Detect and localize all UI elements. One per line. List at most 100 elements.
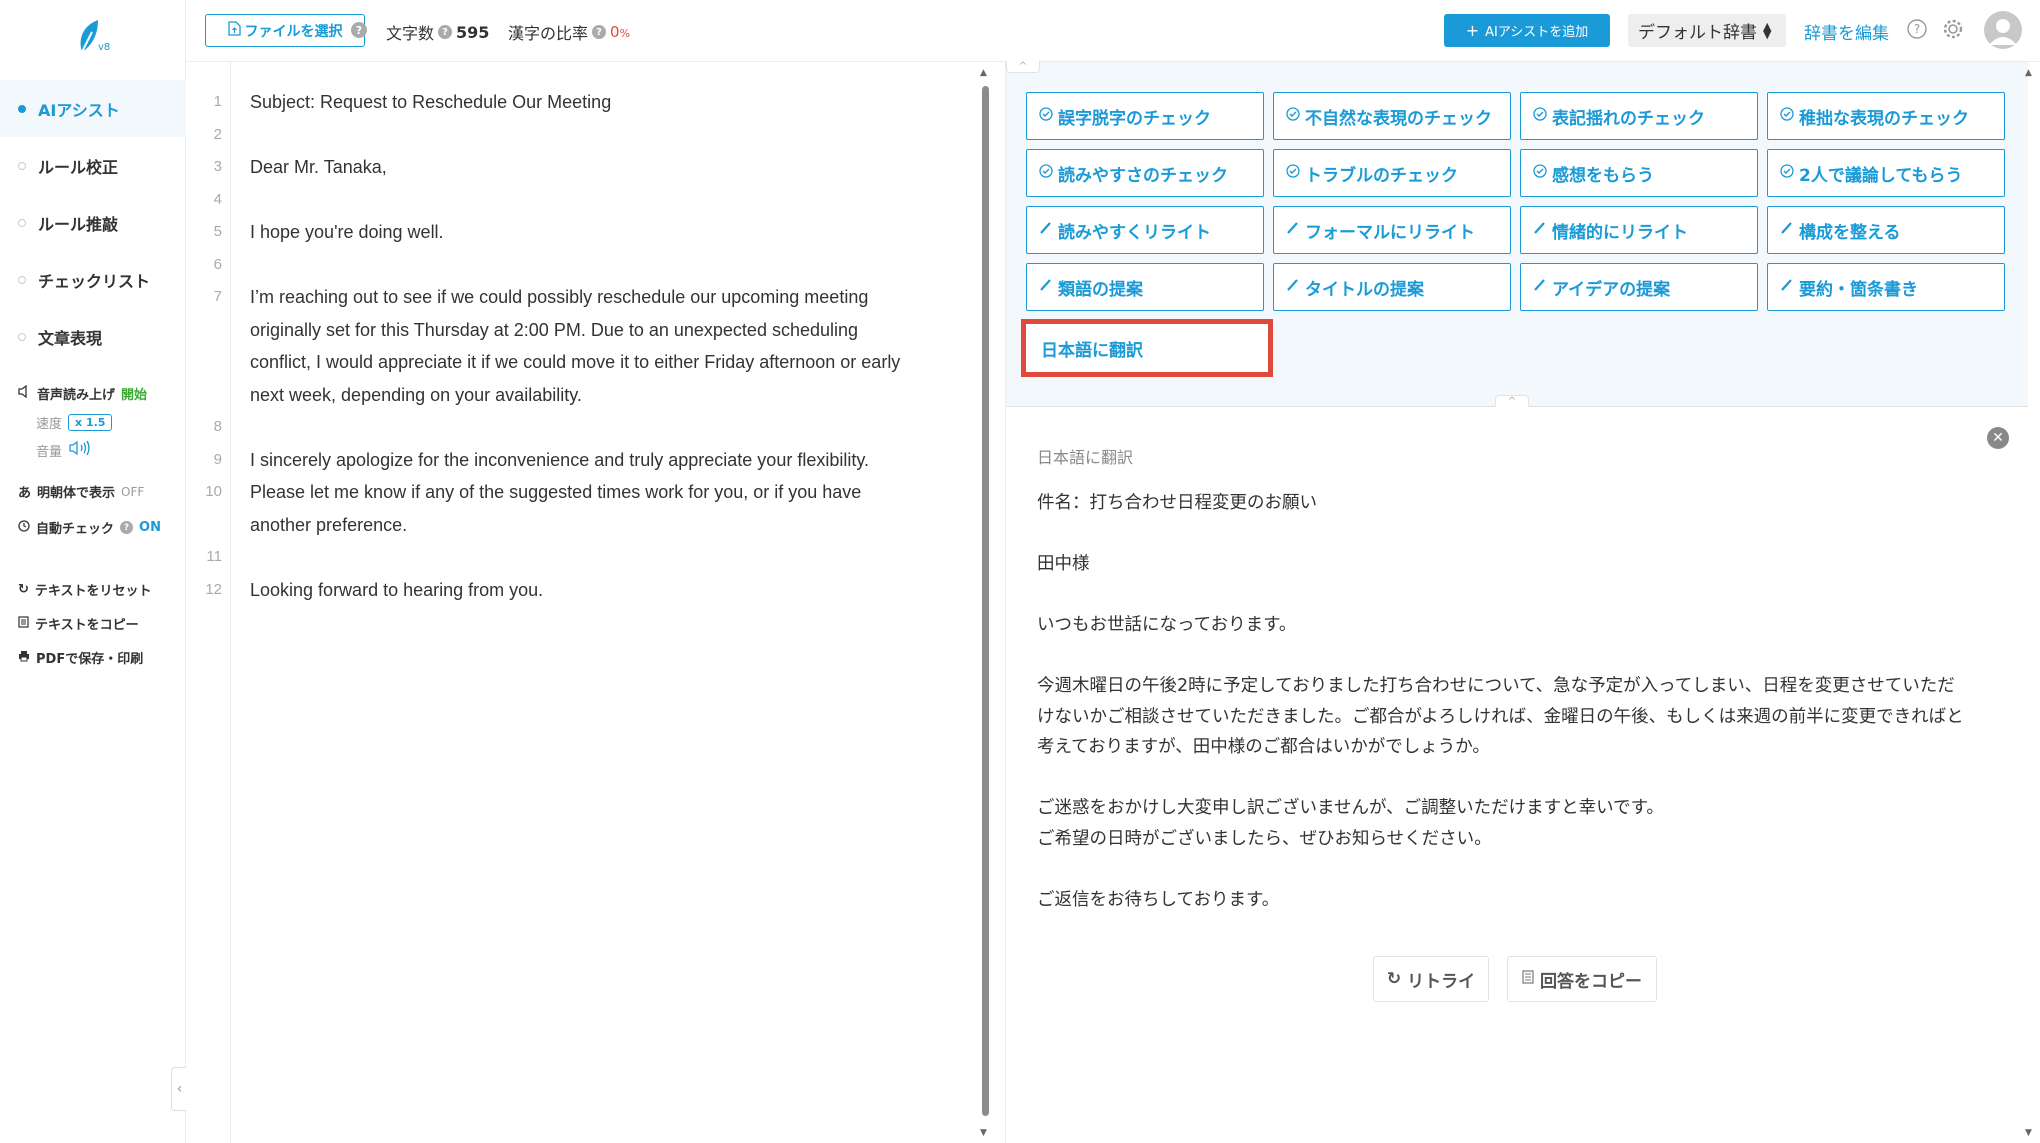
nav-ai-assist[interactable]: AIアシスト [0, 80, 186, 137]
pdf-print-button[interactable]: PDFで保存・印刷 [18, 648, 143, 667]
assist-button[interactable]: 類語の提案 [1026, 263, 1264, 311]
check-circle-icon [1286, 164, 1300, 182]
volume-icon[interactable] [68, 440, 94, 460]
nav-rule-proofread[interactable]: ルール校正 [0, 137, 186, 194]
gear-icon[interactable] [1942, 18, 1966, 42]
editor-line[interactable]: 7 I’m reaching out to see if we could pos… [186, 281, 966, 314]
panel-collapse-top[interactable]: ^ [1006, 61, 1040, 73]
assist-button[interactable]: 要約・箇条書き [1767, 263, 2005, 311]
chevron-left-icon: ‹ [176, 1081, 183, 1097]
help-icon[interactable]: ? [120, 521, 134, 534]
assist-button[interactable]: 稚拙な表現のチェック [1767, 92, 2005, 140]
editor-line[interactable]: 3 Dear Mr. Tanaka, [186, 151, 966, 184]
editor-line[interactable]: 4 [186, 184, 966, 217]
logo-version: v8 [98, 42, 111, 53]
editor-line[interactable]: 8 [186, 411, 966, 444]
speed-badge[interactable]: x 1.5 [68, 414, 113, 431]
assist-button[interactable]: フォーマルにリライト [1273, 206, 1511, 254]
assist-button[interactable]: タイトルの提案 [1273, 263, 1511, 311]
line-text[interactable]: I’m reaching out to see if we could poss… [250, 281, 950, 314]
text-editor[interactable]: 1 Subject: Request to Reschedule Our Meet… [186, 62, 992, 1143]
line-text[interactable]: another preference. [250, 509, 950, 542]
editor-line[interactable]: 11 [186, 541, 966, 574]
nav-expression[interactable]: 文章表現 [0, 308, 186, 365]
line-number: 7 [213, 288, 222, 305]
assist-button[interactable]: 表記揺れのチェック [1520, 92, 1758, 140]
avatar[interactable] [1984, 11, 2022, 49]
nav-checklist[interactable]: チェックリスト [0, 251, 186, 308]
kanji-ratio-value: 0% [610, 23, 631, 41]
help-circle-icon[interactable]: ? [1906, 18, 1930, 42]
assist-button[interactable]: 誤字脱字のチェック [1026, 92, 1264, 140]
translate-japanese-button[interactable]: 日本語に翻訳 [1021, 319, 1273, 377]
auto-check-label: 自動チェック [36, 522, 115, 537]
char-count-label: 文字数 [386, 24, 435, 43]
voice-start-button[interactable]: 開始 [121, 384, 147, 403]
editor-line[interactable]: 2 [186, 119, 966, 152]
char-help-icon[interactable]: ? [438, 25, 453, 39]
line-number: 10 [205, 483, 222, 500]
scroll-down-arrow-icon[interactable]: ▼ [980, 1128, 987, 1138]
assist-button-label: タイトルの提案 [1305, 279, 1424, 300]
result-line [1037, 854, 1997, 885]
ai-assist-panel: ^ 誤字脱字のチェック 不自然な表現のチェック 表記揺れのチェック 稚拙な表現のチェッ… [1005, 61, 2028, 1143]
editor-line[interactable]: 5 I hope you're doing well. [186, 216, 966, 249]
assist-button[interactable]: アイデアの提案 [1520, 263, 1758, 311]
auto-check-toggle[interactable]: 自動チェック ? ON [18, 518, 161, 537]
panel-collapse-handle[interactable]: ^ [1495, 395, 1529, 407]
panel-scrollbar[interactable]: ▲ ▼ [2022, 62, 2036, 1143]
assist-button[interactable]: 不自然な表現のチェック [1273, 92, 1511, 140]
editor-line[interactable]: 12 Looking forward to hearing from you. [186, 574, 966, 607]
sidebar-collapse-button[interactable]: ‹ [171, 1067, 187, 1111]
result-line: けないかご相談させていただきました。ご都合がよろしければ、金曜日の午後、もしくは… [1037, 706, 1964, 727]
close-icon[interactable]: ✕ [1987, 427, 2009, 449]
scroll-down-arrow-icon[interactable]: ▼ [2025, 1128, 2032, 1138]
auto-check-state: ON [139, 520, 161, 535]
nav-rule-refine[interactable]: ルール推敲 [0, 194, 186, 251]
file-select-button[interactable]: ファイルを選択 [205, 14, 365, 47]
editor-line[interactable]: 6 [186, 249, 966, 282]
edit-dictionary-link[interactable]: 辞書を編集 [1804, 19, 1889, 44]
nav-label: チェックリスト [38, 271, 151, 291]
kanji-help-icon[interactable]: ? [592, 25, 607, 39]
copy-text-button[interactable]: テキストをコピー [18, 614, 139, 633]
copy-answer-button[interactable]: 回答をコピー [1507, 956, 1657, 1002]
file-upload-icon [227, 21, 241, 40]
line-text[interactable]: originally set for this Thursday at 2:00… [250, 314, 950, 347]
scroll-up-arrow-icon[interactable]: ▲ [980, 68, 987, 78]
editor-line[interactable]: 9 I sincerely apologize for the inconveni… [186, 444, 966, 477]
editor-scroll-thumb[interactable] [982, 86, 989, 1116]
line-text[interactable]: I sincerely apologize for the inconvenie… [250, 444, 950, 477]
line-text[interactable]: Dear Mr. Tanaka, [250, 151, 950, 184]
editor-line[interactable]: 1 Subject: Request to Reschedule Our Meet… [186, 86, 966, 119]
editor-line[interactable]: 10 Please let me know if any of the sugge… [186, 476, 966, 509]
reset-text-button[interactable]: ↻ テキストをリセット [18, 580, 152, 599]
assist-button[interactable]: トラブルのチェック [1273, 149, 1511, 197]
add-ai-assist-button[interactable]: + AIアシストを追加 [1444, 14, 1610, 47]
assist-button[interactable]: 読みやすくリライト [1026, 206, 1264, 254]
assist-button[interactable]: 読みやすさのチェック [1026, 149, 1264, 197]
scroll-up-arrow-icon[interactable]: ▲ [2025, 68, 2032, 78]
dictionary-select[interactable]: デフォルト辞書 ▲ ▼ [1628, 14, 1786, 47]
assist-button[interactable]: 情緒的にリライト [1520, 206, 1758, 254]
line-text[interactable]: next week, depending on your availabilit… [250, 379, 950, 412]
retry-button[interactable]: ↻ リトライ [1373, 956, 1489, 1002]
assist-button[interactable]: 構成を整える [1767, 206, 2005, 254]
assist-button[interactable]: 2人で議論してもらう [1767, 149, 2005, 197]
file-help-icon[interactable]: ? [351, 22, 367, 38]
line-text[interactable]: I hope you're doing well. [250, 216, 950, 249]
check-circle-icon [1780, 164, 1794, 182]
line-text[interactable]: Subject: Request to Reschedule Our Meeti… [250, 86, 950, 119]
mincho-toggle[interactable]: あ 明朝体で表示 OFF [18, 482, 144, 502]
app-logo[interactable]: v8 [68, 14, 112, 58]
line-text[interactable]: Looking forward to hearing from you. [250, 574, 950, 607]
result-line: 件名：打ち合わせ日程変更のお願い [1037, 493, 1317, 513]
assist-button-label: 稚拙な表現のチェック [1799, 108, 1969, 129]
font-a-icon: あ [18, 486, 32, 501]
check-circle-icon [1533, 107, 1547, 125]
line-text[interactable]: conflict, I would appreciate it if we co… [250, 346, 950, 379]
line-text[interactable]: Please let me know if any of the suggest… [250, 476, 950, 509]
assist-button[interactable]: 感想をもらう [1520, 149, 1758, 197]
chevron-up-icon: ^ [1018, 61, 1028, 72]
editor-scrollbar[interactable]: ▲ ▼ [978, 62, 990, 1143]
